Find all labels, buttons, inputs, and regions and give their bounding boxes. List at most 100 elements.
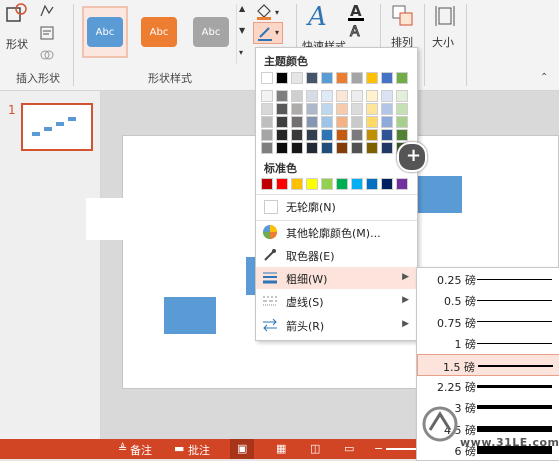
theme-shade-swatch[interactable] — [396, 90, 408, 102]
theme-shade-swatch[interactable] — [321, 103, 333, 115]
theme-shade-swatch[interactable] — [306, 142, 318, 154]
theme-shade-swatch[interactable] — [276, 90, 288, 102]
weight-option[interactable]: 1 磅 — [417, 332, 559, 354]
standard-color-swatch[interactable] — [321, 178, 333, 190]
zoom-out-icon[interactable]: − — [374, 442, 383, 455]
theme-shade-swatch[interactable] — [351, 116, 363, 128]
theme-color-swatch[interactable] — [351, 72, 363, 84]
theme-shade-swatch[interactable] — [261, 103, 273, 115]
slideshow-icon[interactable]: ▭ — [344, 442, 354, 455]
theme-shade-swatch[interactable] — [336, 142, 348, 154]
theme-shade-swatch[interactable] — [291, 103, 303, 115]
slide-shape-rectangle[interactable] — [412, 176, 462, 213]
quick-styles-button[interactable]: A 快速样式 — [302, 2, 346, 53]
theme-shade-swatch[interactable] — [276, 142, 288, 154]
edit-shape-icon[interactable] — [40, 4, 54, 18]
standard-color-swatch[interactable] — [291, 178, 303, 190]
scroll-up-icon[interactable]: ▲ — [239, 4, 245, 13]
standard-color-swatch[interactable] — [351, 178, 363, 190]
more-outline-colors-item[interactable]: 其他轮廓颜色(M)... — [256, 221, 417, 243]
theme-shade-swatch[interactable] — [321, 142, 333, 154]
slide-thumbnail-1[interactable] — [21, 103, 93, 151]
theme-shade-swatch[interactable] — [276, 103, 288, 115]
theme-shade-swatch[interactable] — [381, 129, 393, 141]
shape-fill-button[interactable]: ▾ — [253, 2, 283, 22]
theme-shade-swatch[interactable] — [381, 103, 393, 115]
theme-shade-swatch[interactable] — [291, 129, 303, 141]
no-outline-item[interactable]: 无轮廓(N) — [256, 195, 417, 217]
style-gallery-item-1[interactable]: Abc — [82, 6, 128, 58]
theme-shade-swatch[interactable] — [396, 129, 408, 141]
normal-view-button[interactable]: ▣ — [230, 439, 254, 459]
theme-shade-swatch[interactable] — [351, 129, 363, 141]
theme-color-swatch[interactable] — [306, 72, 318, 84]
theme-color-swatch[interactable] — [276, 72, 288, 84]
gallery-scroll[interactable]: ▲ ▼ ▾ — [236, 4, 249, 64]
weight-option[interactable]: 2.25 磅 — [417, 375, 559, 397]
theme-shade-swatch[interactable] — [291, 116, 303, 128]
theme-shade-swatch[interactable] — [306, 116, 318, 128]
notes-button[interactable]: 备注 — [130, 442, 152, 458]
standard-color-swatch[interactable] — [366, 178, 378, 190]
add-color-button[interactable]: + — [397, 142, 427, 172]
notes-icon[interactable]: ≜ — [118, 442, 127, 455]
theme-shade-swatch[interactable] — [351, 90, 363, 102]
theme-shade-swatch[interactable] — [306, 90, 318, 102]
theme-shade-swatch[interactable] — [396, 103, 408, 115]
theme-color-swatch[interactable] — [321, 72, 333, 84]
standard-color-swatch[interactable] — [396, 178, 408, 190]
shape-insert-button[interactable]: 形状 — [2, 2, 32, 52]
weight-option[interactable]: 0.25 磅 — [417, 268, 559, 290]
shape-outline-button[interactable]: ▾ — [253, 22, 283, 44]
theme-shade-swatch[interactable] — [291, 90, 303, 102]
theme-shade-swatch[interactable] — [321, 129, 333, 141]
theme-shade-swatch[interactable] — [366, 129, 378, 141]
weight-option[interactable]: 0.75 磅 — [417, 311, 559, 333]
theme-shade-swatch[interactable] — [261, 90, 273, 102]
theme-shade-swatch[interactable] — [381, 142, 393, 154]
theme-shade-swatch[interactable] — [381, 90, 393, 102]
slide-sorter-icon[interactable]: ▦ — [276, 442, 286, 455]
theme-shade-swatch[interactable] — [366, 142, 378, 154]
standard-color-swatch[interactable] — [336, 178, 348, 190]
theme-shade-swatch[interactable] — [351, 142, 363, 154]
reading-view-icon[interactable]: ◫ — [310, 442, 320, 455]
theme-shade-swatch[interactable] — [336, 129, 348, 141]
style-gallery-item-3[interactable]: Abc — [188, 6, 234, 58]
theme-shade-swatch[interactable] — [321, 116, 333, 128]
collapse-ribbon-icon[interactable]: ⌃ — [540, 72, 548, 83]
theme-color-swatch[interactable] — [396, 72, 408, 84]
dashes-item[interactable]: 虚线(S) ▶ — [256, 290, 417, 312]
weight-option[interactable]: 1.5 磅 — [417, 353, 559, 376]
gallery-more-icon[interactable]: ▾ — [239, 48, 243, 57]
text-box-icon[interactable] — [40, 26, 54, 40]
theme-shade-swatch[interactable] — [396, 116, 408, 128]
comments-button[interactable]: 批注 — [188, 442, 210, 458]
arrows-item[interactable]: 箭头(R) ▶ — [256, 314, 417, 336]
theme-shade-swatch[interactable] — [276, 129, 288, 141]
standard-color-swatch[interactable] — [306, 178, 318, 190]
text-outline-button[interactable]: A — [346, 24, 370, 42]
theme-shade-swatch[interactable] — [366, 90, 378, 102]
theme-shade-swatch[interactable] — [261, 116, 273, 128]
size-button[interactable]: 大小 — [430, 2, 460, 62]
style-gallery-item-2[interactable]: Abc — [136, 6, 182, 58]
theme-shade-swatch[interactable] — [381, 116, 393, 128]
theme-shade-swatch[interactable] — [366, 103, 378, 115]
slide-shape-rectangle[interactable] — [164, 297, 216, 334]
theme-shade-swatch[interactable] — [291, 142, 303, 154]
theme-color-swatch[interactable] — [381, 72, 393, 84]
theme-shade-swatch[interactable] — [351, 103, 363, 115]
theme-shade-swatch[interactable] — [261, 142, 273, 154]
theme-color-swatch[interactable] — [261, 72, 273, 84]
theme-color-swatch[interactable] — [336, 72, 348, 84]
theme-shade-swatch[interactable] — [306, 103, 318, 115]
theme-shade-swatch[interactable] — [336, 90, 348, 102]
theme-shade-swatch[interactable] — [336, 116, 348, 128]
theme-shade-swatch[interactable] — [366, 116, 378, 128]
weight-item[interactable]: 粗细(W) ▶ — [256, 267, 417, 289]
standard-color-swatch[interactable] — [276, 178, 288, 190]
comments-icon[interactable]: ▬ — [174, 442, 184, 455]
merge-shapes-icon[interactable] — [40, 48, 54, 62]
standard-color-swatch[interactable] — [261, 178, 273, 190]
